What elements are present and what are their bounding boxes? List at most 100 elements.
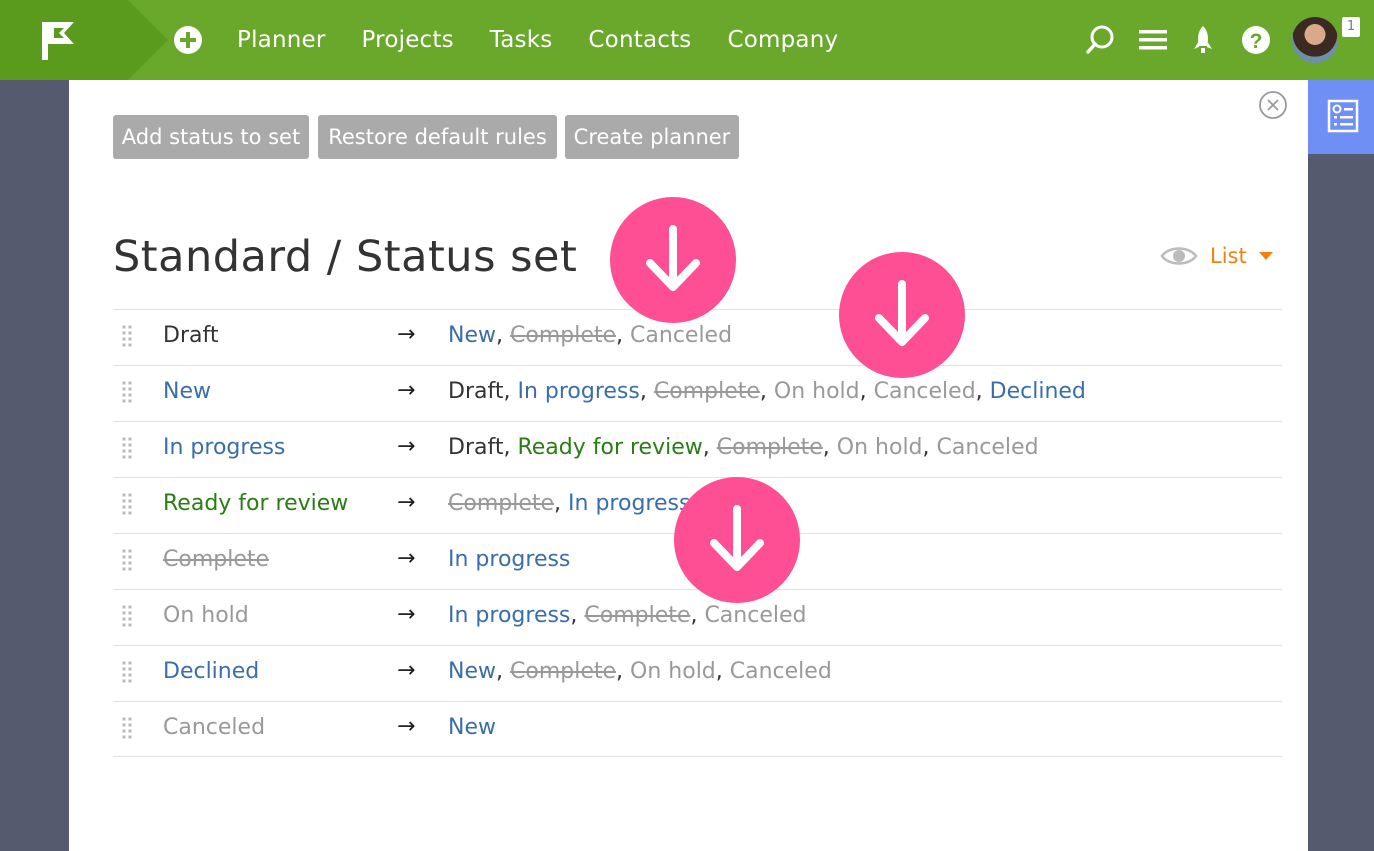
nav-company[interactable]: Company [728,27,839,53]
status-target[interactable]: Canceled [630,323,732,348]
arrow-down-marker [674,477,800,603]
drag-handle-icon[interactable] [121,660,133,684]
logo-area[interactable] [0,0,128,80]
status-from[interactable]: Declined [163,659,259,684]
separator: , [616,323,631,348]
status-targets: Draft, Ready for review, Complete, On ho… [448,435,1039,460]
arrow-down-marker [610,197,736,323]
top-navigation-bar: Planner Projects Tasks Contacts Company … [0,0,1374,80]
status-target[interactable]: On hold [774,379,860,404]
svg-text:?: ? [1250,30,1263,53]
nav-contacts[interactable]: Contacts [588,27,691,53]
status-target[interactable]: Complete [584,603,690,628]
plus-circle-icon[interactable] [173,25,203,55]
status-target[interactable]: Complete [510,323,616,348]
close-circle-icon[interactable] [1258,90,1288,120]
view-toggle[interactable]: List [1160,240,1273,272]
settings-side-tab[interactable] [1308,80,1374,154]
separator: , [859,379,874,404]
drag-handle-icon[interactable] [121,716,133,740]
search-icon[interactable] [1085,24,1115,56]
separator: , [554,491,569,516]
table-row[interactable]: Declined → New, Complete, On hold, Cancele… [113,645,1282,701]
status-from[interactable]: In progress [163,435,285,460]
arrow-down-icon [646,225,700,291]
chevron-down-icon [1258,252,1273,260]
status-target[interactable]: On hold [837,435,923,460]
transition-arrow: → [397,546,416,571]
separator: , [975,379,990,404]
nav-tasks[interactable]: Tasks [490,27,553,53]
avatar[interactable] [1292,17,1338,63]
status-target[interactable]: Declined [990,379,1086,404]
eye-icon [1160,247,1198,265]
status-target[interactable]: Ready for review [517,435,702,460]
transition-arrow: → [397,658,416,683]
create-planner-button[interactable]: Create planner [565,115,739,159]
table-row[interactable]: Canceled → New [113,701,1282,757]
status-from[interactable]: New [163,379,211,404]
nav-planner[interactable]: Planner [237,27,326,53]
separator: , [822,435,837,460]
status-from[interactable]: Ready for review [163,491,348,516]
status-target[interactable]: In progress [568,491,690,516]
separator: , [616,659,631,684]
status-target[interactable]: Complete [448,491,554,516]
status-target[interactable]: New [448,659,496,684]
separator: , [759,379,774,404]
arrow-down-marker [839,252,965,378]
status-targets: New, Complete, Canceled [448,323,732,348]
drag-handle-icon[interactable] [121,548,133,572]
separator: , [570,603,585,628]
nav-projects[interactable]: Projects [362,27,454,53]
add-status-button[interactable]: Add status to set [113,115,309,159]
status-targets: In progress [448,547,570,572]
status-target[interactable]: Draft [448,379,503,404]
status-target[interactable]: Canceled [937,435,1039,460]
drag-handle-icon[interactable] [121,604,133,628]
restore-default-rules-button[interactable]: Restore default rules [318,115,557,159]
drag-handle-icon[interactable] [121,324,133,348]
logo-notch [128,0,168,80]
separator: , [702,435,717,460]
drag-handle-icon[interactable] [121,492,133,516]
help-icon[interactable]: ? [1241,24,1271,56]
table-row[interactable]: In progress → Draft, Ready for review, Com… [113,421,1282,477]
status-target[interactable]: Canceled [874,379,976,404]
notification-badge[interactable]: 1 [1342,17,1360,37]
status-targets: In progress, Complete, Canceled [448,603,806,628]
separator: , [503,379,518,404]
status-target[interactable]: Canceled [704,603,806,628]
status-target[interactable]: Draft [448,435,503,460]
status-target[interactable]: New [448,323,496,348]
status-target[interactable]: New [448,715,496,740]
status-target[interactable]: In progress [448,547,570,572]
main-nav: Planner Projects Tasks Contacts Company [237,0,874,80]
status-target[interactable]: In progress [517,379,639,404]
transition-arrow: → [397,434,416,459]
status-target[interactable]: Complete [717,435,823,460]
status-from[interactable]: On hold [163,603,249,628]
drag-handle-icon[interactable] [121,436,133,460]
arrow-down-icon [710,505,764,571]
status-target[interactable]: In progress [448,603,570,628]
table-row[interactable]: On hold → In progress, Complete, Canceled [113,589,1282,645]
status-target[interactable]: On hold [630,659,716,684]
status-target[interactable]: Complete [654,379,760,404]
status-target[interactable]: Canceled [730,659,832,684]
separator: , [922,435,937,460]
status-targets: Complete, In progress [448,491,690,516]
table-row[interactable]: New → Draft, In progress, Complete, On hol… [113,365,1282,421]
flag-logo-icon [42,22,74,60]
status-target[interactable]: Complete [510,659,616,684]
status-from[interactable]: Canceled [163,715,265,740]
separator: , [496,323,510,348]
menu-icon[interactable] [1138,24,1168,56]
status-from[interactable]: Draft [163,323,218,348]
separator: , [639,379,654,404]
transition-arrow: → [397,714,416,739]
drag-handle-icon[interactable] [121,380,133,404]
rocket-icon[interactable] [1188,24,1218,56]
settings-list-icon [1327,99,1359,133]
status-from[interactable]: Complete [163,547,269,572]
